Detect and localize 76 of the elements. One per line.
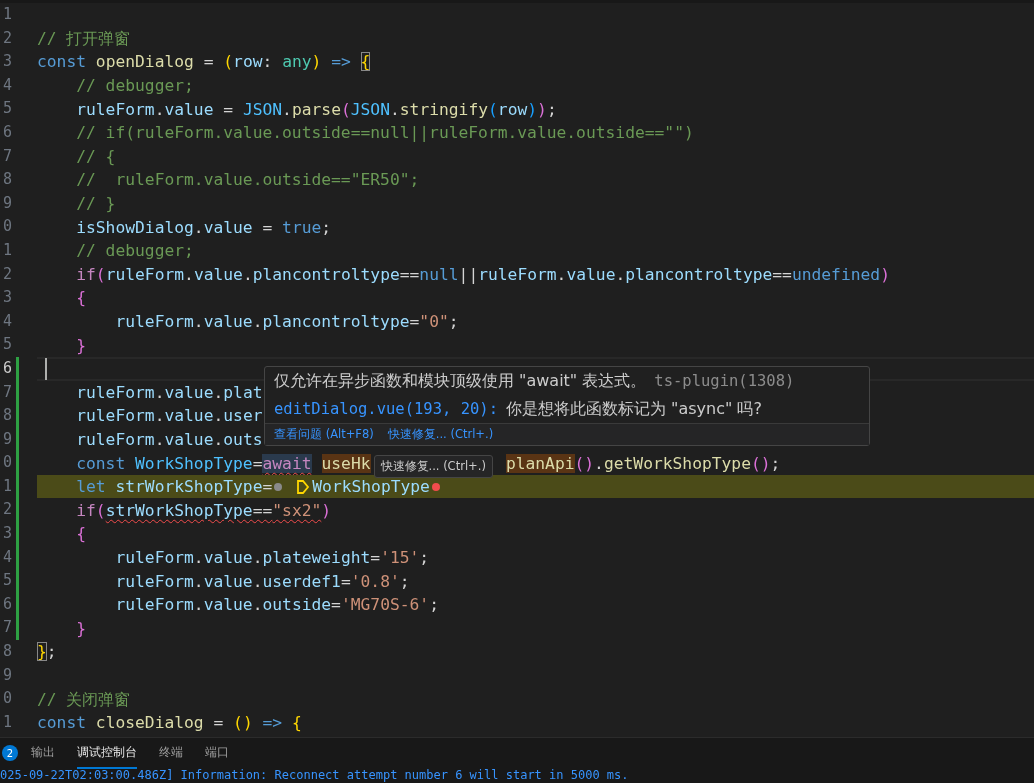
code-line: // if(ruleForm.value.outside==null||ruleForm.value.outside=="") <box>75 122 694 144</box>
line-number: 6 <box>1 357 12 379</box>
code-line: // { <box>75 145 116 167</box>
code-line: ruleForm.value.userdef1='0.8'; <box>114 570 410 592</box>
line-number: 7 <box>1 617 12 639</box>
line-number: 6 <box>1 593 12 615</box>
line-number: 8 <box>1 405 12 427</box>
code-line: ruleForm.value.user <box>75 405 263 427</box>
line-number: 1 <box>1 711 12 733</box>
code-line: // } <box>75 193 116 215</box>
line-number: 2 <box>1 27 12 49</box>
panel-tab[interactable]: 端口 <box>205 737 229 769</box>
line-number: 1 <box>1 239 12 261</box>
code-line: } <box>75 617 86 639</box>
line-number: 2 <box>1 499 12 521</box>
line-number: 9 <box>1 664 12 686</box>
code-line: ruleForm.value.plat <box>75 381 263 403</box>
line-number: 0 <box>1 688 12 710</box>
line-number: 3 <box>1 523 12 545</box>
code-line: ruleForm.value.outs <box>75 429 263 450</box>
line-number: 2 <box>1 263 12 285</box>
code-line: planApi().getWorkShopType(); <box>504 452 781 474</box>
code-line: ruleForm.value.outside='MG70S-6'; <box>114 594 439 616</box>
code-line: let strWorkShopType= <box>75 476 273 498</box>
code-line: { <box>75 287 86 309</box>
symbol-icon <box>296 478 311 495</box>
line-number: 8 <box>1 641 12 663</box>
code-line: ruleForm.value = JSON.parse(JSON.stringify(row)); <box>75 98 557 120</box>
line-number: 7 <box>1 145 12 167</box>
code-line: const closeDialog = () => { <box>37 712 302 734</box>
code-line: // debugger; <box>75 240 194 262</box>
code-line: const WorkShopType=await useHk <box>75 452 371 474</box>
error-message: 仅允许在异步函数和模块顶级使用 "await" 表达式。 <box>274 370 647 392</box>
code-line: isShowDialog.value = true; <box>75 216 332 238</box>
output-line: 025-09-22T02:03:00.486Z] Information: Reconnect attempt number 6 will start in 5000 ms. <box>0 768 630 783</box>
code-line: if(ruleForm.value.plancontroltype==null||ruleForm.value.plancontroltype==undefined) <box>75 263 890 285</box>
line-number: 1 <box>1 475 12 497</box>
panel-tab[interactable]: 终端 <box>159 737 183 769</box>
line-number: 5 <box>1 98 12 120</box>
line-number: 3 <box>1 287 12 309</box>
code-line: } <box>75 334 86 356</box>
line-number: 5 <box>1 570 12 592</box>
line-number: 0 <box>1 216 12 238</box>
line-number: 6 <box>1 121 12 143</box>
text-cursor <box>45 357 47 380</box>
line-number: 4 <box>1 310 12 332</box>
line-number: 7 <box>1 381 12 403</box>
code-line: WorkShopType <box>312 476 430 498</box>
line-number: 3 <box>1 51 12 73</box>
error-location: editDialog.vue(193, 20): <box>274 400 498 418</box>
hover-action-link[interactable]: 查看问题 (Alt+F8) <box>274 427 374 442</box>
code-line: // 关闭弹窗 <box>37 688 131 710</box>
code-line: ruleForm.value.plateweight='15'; <box>114 546 430 568</box>
line-number: 0 <box>1 452 12 474</box>
panel-tab[interactable]: 输出 <box>31 737 55 769</box>
line-number: 4 <box>1 546 12 568</box>
line-number: 5 <box>1 334 12 356</box>
code-line: // 打开弹窗 <box>37 27 131 49</box>
code-line: }; <box>37 641 57 663</box>
code-line: // ruleForm.value.outside=="ER50"; <box>75 169 420 191</box>
hover-action-link[interactable]: 快速修复... (Ctrl+.) <box>387 427 494 442</box>
line-number: 1 <box>1 4 12 25</box>
panel-tab[interactable]: 调试控制台 <box>77 737 137 769</box>
line-number: 9 <box>1 192 12 214</box>
line-number: 9 <box>1 428 12 450</box>
error-hint: 你是想将此函数标记为 "async" 吗? <box>505 398 762 420</box>
quick-fix-tooltip: 快速修复... (Ctrl+.) <box>373 454 493 478</box>
code-line: const openDialog = (row: any) => { <box>37 51 371 73</box>
error-source: ts-plugin(1308) <box>654 372 795 390</box>
code-line: ruleForm.value.plancontroltype="0"; <box>114 311 459 332</box>
code-line: if(strWorkShopType=="sx2") <box>75 499 332 521</box>
code-line: { <box>75 523 86 545</box>
line-number: 4 <box>1 74 12 96</box>
count-badge: 2 <box>2 745 18 761</box>
line-number: 8 <box>1 169 12 191</box>
code-line: // debugger; <box>75 75 194 97</box>
